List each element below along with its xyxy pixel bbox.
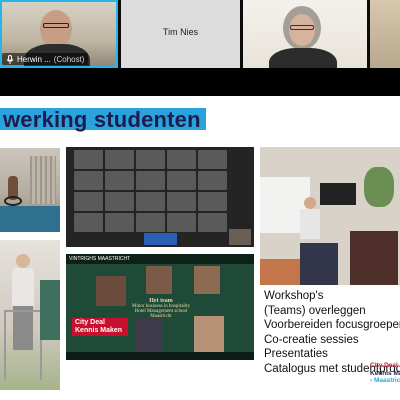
photo-classroom-session [260,147,400,285]
participant-tile-3[interactable] [243,0,367,68]
participant-video [40,10,72,48]
photo-walker-exercise [0,240,60,390]
team-slide-header: VINTRIGHS MAASTRICHT [66,254,254,264]
team-slide-badge: City Deal Kennis Maken [72,318,128,336]
participant-tile-tim[interactable]: Tim Nies [121,0,240,68]
shared-screen-slide: werking studenten VINTRIGHS MAASTRICHT H… [0,96,400,400]
list-item: Workshop's [264,290,324,302]
photo-video-call-grid [66,147,254,247]
participant-video [289,14,315,46]
photo-gym-exercise [0,148,60,232]
participant-role: (Cohost) [53,54,85,64]
list-item: (Teams) overleggen [264,304,366,317]
slide-title: werking studenten [3,107,201,132]
city-deal-logo: City Deal Kennis Mak › Maastrich [370,362,400,384]
glasses [43,23,69,28]
participant-body [269,48,337,68]
participant-name-bar: Herwin ... (Cohost) [2,53,89,65]
video-control-bar [66,352,254,360]
participant-strip: Herwin ... (Cohost) Tim Nies [0,0,400,68]
participant-tile-4[interactable] [370,0,400,68]
glasses [290,25,314,30]
list-item: Voorbereiden focusgroepen [264,319,400,331]
microphone-icon [6,54,14,64]
participant-name: Herwin ... [17,54,51,64]
participant-tile-herwin[interactable]: Herwin ... (Cohost) [0,0,118,68]
team-slide-heading: Het team Minor business in hospitality H… [131,298,191,319]
participant-name: Tim Nies [162,27,199,37]
list-item: Co-creatie sessies [264,333,359,346]
list-item: Presentaties [264,348,328,360]
